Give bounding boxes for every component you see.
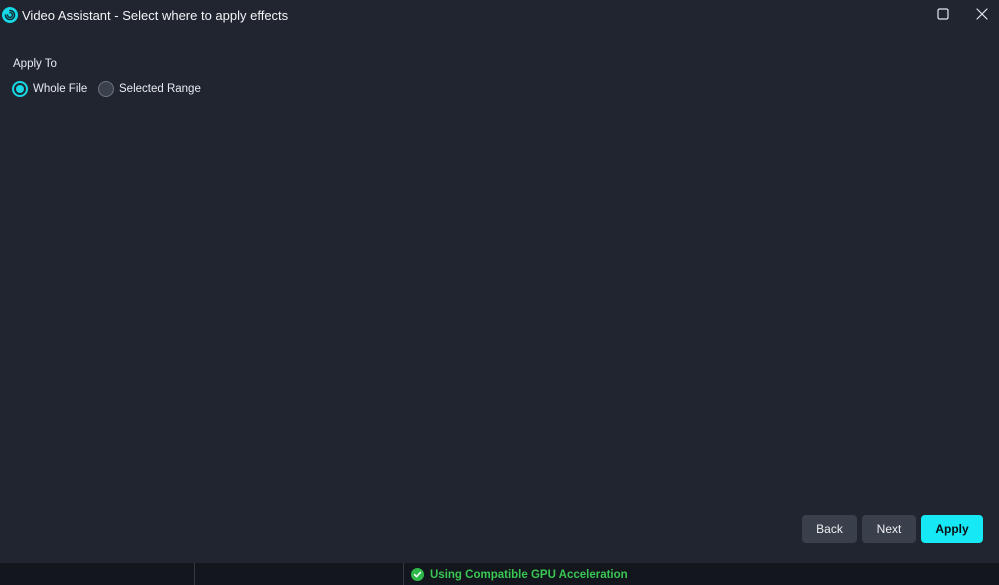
close-button[interactable] [962, 0, 999, 31]
radio-whole-file-label: Whole File [33, 82, 88, 95]
app-logo-icon [2, 7, 18, 23]
back-button[interactable]: Back [802, 515, 857, 543]
title-bar[interactable]: Video Assistant - Select where to apply … [0, 0, 999, 31]
radio-unchecked-indicator[interactable] [98, 80, 114, 97]
gpu-status-text: Using Compatible GPU Acceleration [430, 568, 628, 581]
maximize-icon [937, 7, 949, 25]
apply-button[interactable]: Apply [921, 515, 983, 543]
status-divider [194, 563, 195, 585]
check-circle-icon [411, 568, 424, 581]
maximize-button[interactable] [923, 0, 963, 31]
next-button[interactable]: Next [862, 515, 916, 543]
radio-checked-indicator[interactable] [12, 80, 28, 97]
window-title: Video Assistant - Select where to apply … [22, 8, 289, 23]
radio-whole-file[interactable]: Whole File [12, 80, 87, 97]
close-icon [976, 7, 988, 25]
radio-selected-range[interactable]: Selected Range [98, 80, 201, 97]
radio-selected-range-label: Selected Range [119, 82, 201, 95]
gpu-status: Using Compatible GPU Acceleration [411, 568, 628, 581]
apply-to-label: Apply To [13, 58, 57, 70]
video-assistant-window: Video Assistant - Select where to apply … [0, 0, 999, 585]
status-bar: Using Compatible GPU Acceleration [0, 563, 999, 585]
status-divider [403, 563, 404, 585]
